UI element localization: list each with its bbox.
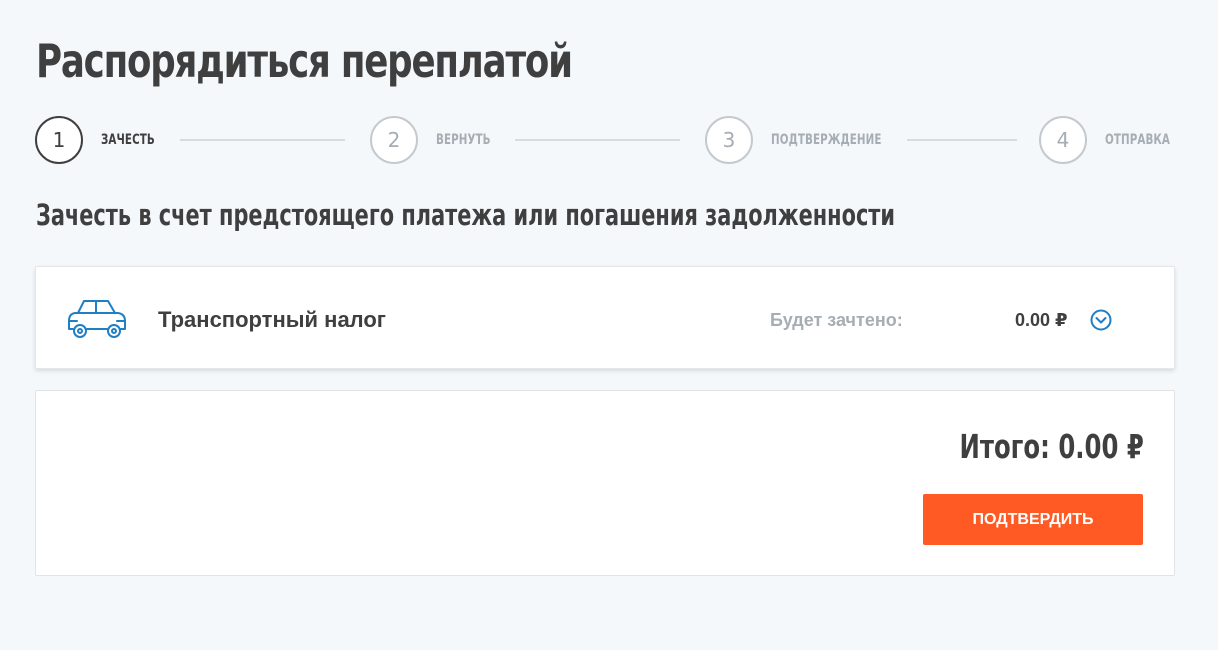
chevron-down-circle-icon[interactable] xyxy=(1090,309,1112,331)
total-amount: Итого: 0.00 ₽ xyxy=(959,427,1144,466)
step-4: 4 ОТПРАВКА xyxy=(1039,115,1184,165)
step-number: 4 xyxy=(1039,116,1087,164)
step-label: ЗАЧЕСТЬ xyxy=(101,132,155,148)
step-label: ВЕРНУТЬ xyxy=(436,132,491,148)
step-connector xyxy=(907,139,1017,141)
tax-name: Транспортный налог xyxy=(158,307,386,332)
car-icon xyxy=(68,300,126,338)
step-connector xyxy=(515,139,680,141)
step-number: 1 xyxy=(35,116,83,164)
step-1: 1 ЗАЧЕСТЬ xyxy=(35,115,167,165)
step-3: 3 ПОДТВЕРЖДЕНИЕ xyxy=(705,115,906,165)
step-number: 3 xyxy=(705,116,753,164)
page: Распорядиться переплатой 1 ЗАЧЕСТЬ 2 ВЕР… xyxy=(0,0,1218,650)
step-label: ОТПРАВКА xyxy=(1105,132,1170,148)
section-title: Зачесть в счет предстоящего платежа или … xyxy=(36,198,896,232)
summary-card: Итого: 0.00 ₽ ПОДТВЕРДИТЬ xyxy=(35,390,1175,576)
step-label: ПОДТВЕРЖДЕНИЕ xyxy=(771,132,882,148)
step-connector xyxy=(180,139,345,141)
tax-item-card[interactable]: Транспортный налог Будет зачтено: 0.00 ₽ xyxy=(35,266,1175,369)
stepper: 1 ЗАЧЕСТЬ 2 ВЕРНУТЬ 3 ПОДТВЕРЖДЕНИЕ 4 ОТ… xyxy=(35,115,1175,165)
credited-amount: 0.00 ₽ xyxy=(1015,310,1068,330)
confirm-button[interactable]: ПОДТВЕРДИТЬ xyxy=(923,494,1143,545)
step-number: 2 xyxy=(370,116,418,164)
page-title: Распорядиться переплатой xyxy=(36,34,573,88)
credited-label: Будет зачтено: xyxy=(770,310,903,330)
step-2: 2 ВЕРНУТЬ xyxy=(370,115,503,165)
